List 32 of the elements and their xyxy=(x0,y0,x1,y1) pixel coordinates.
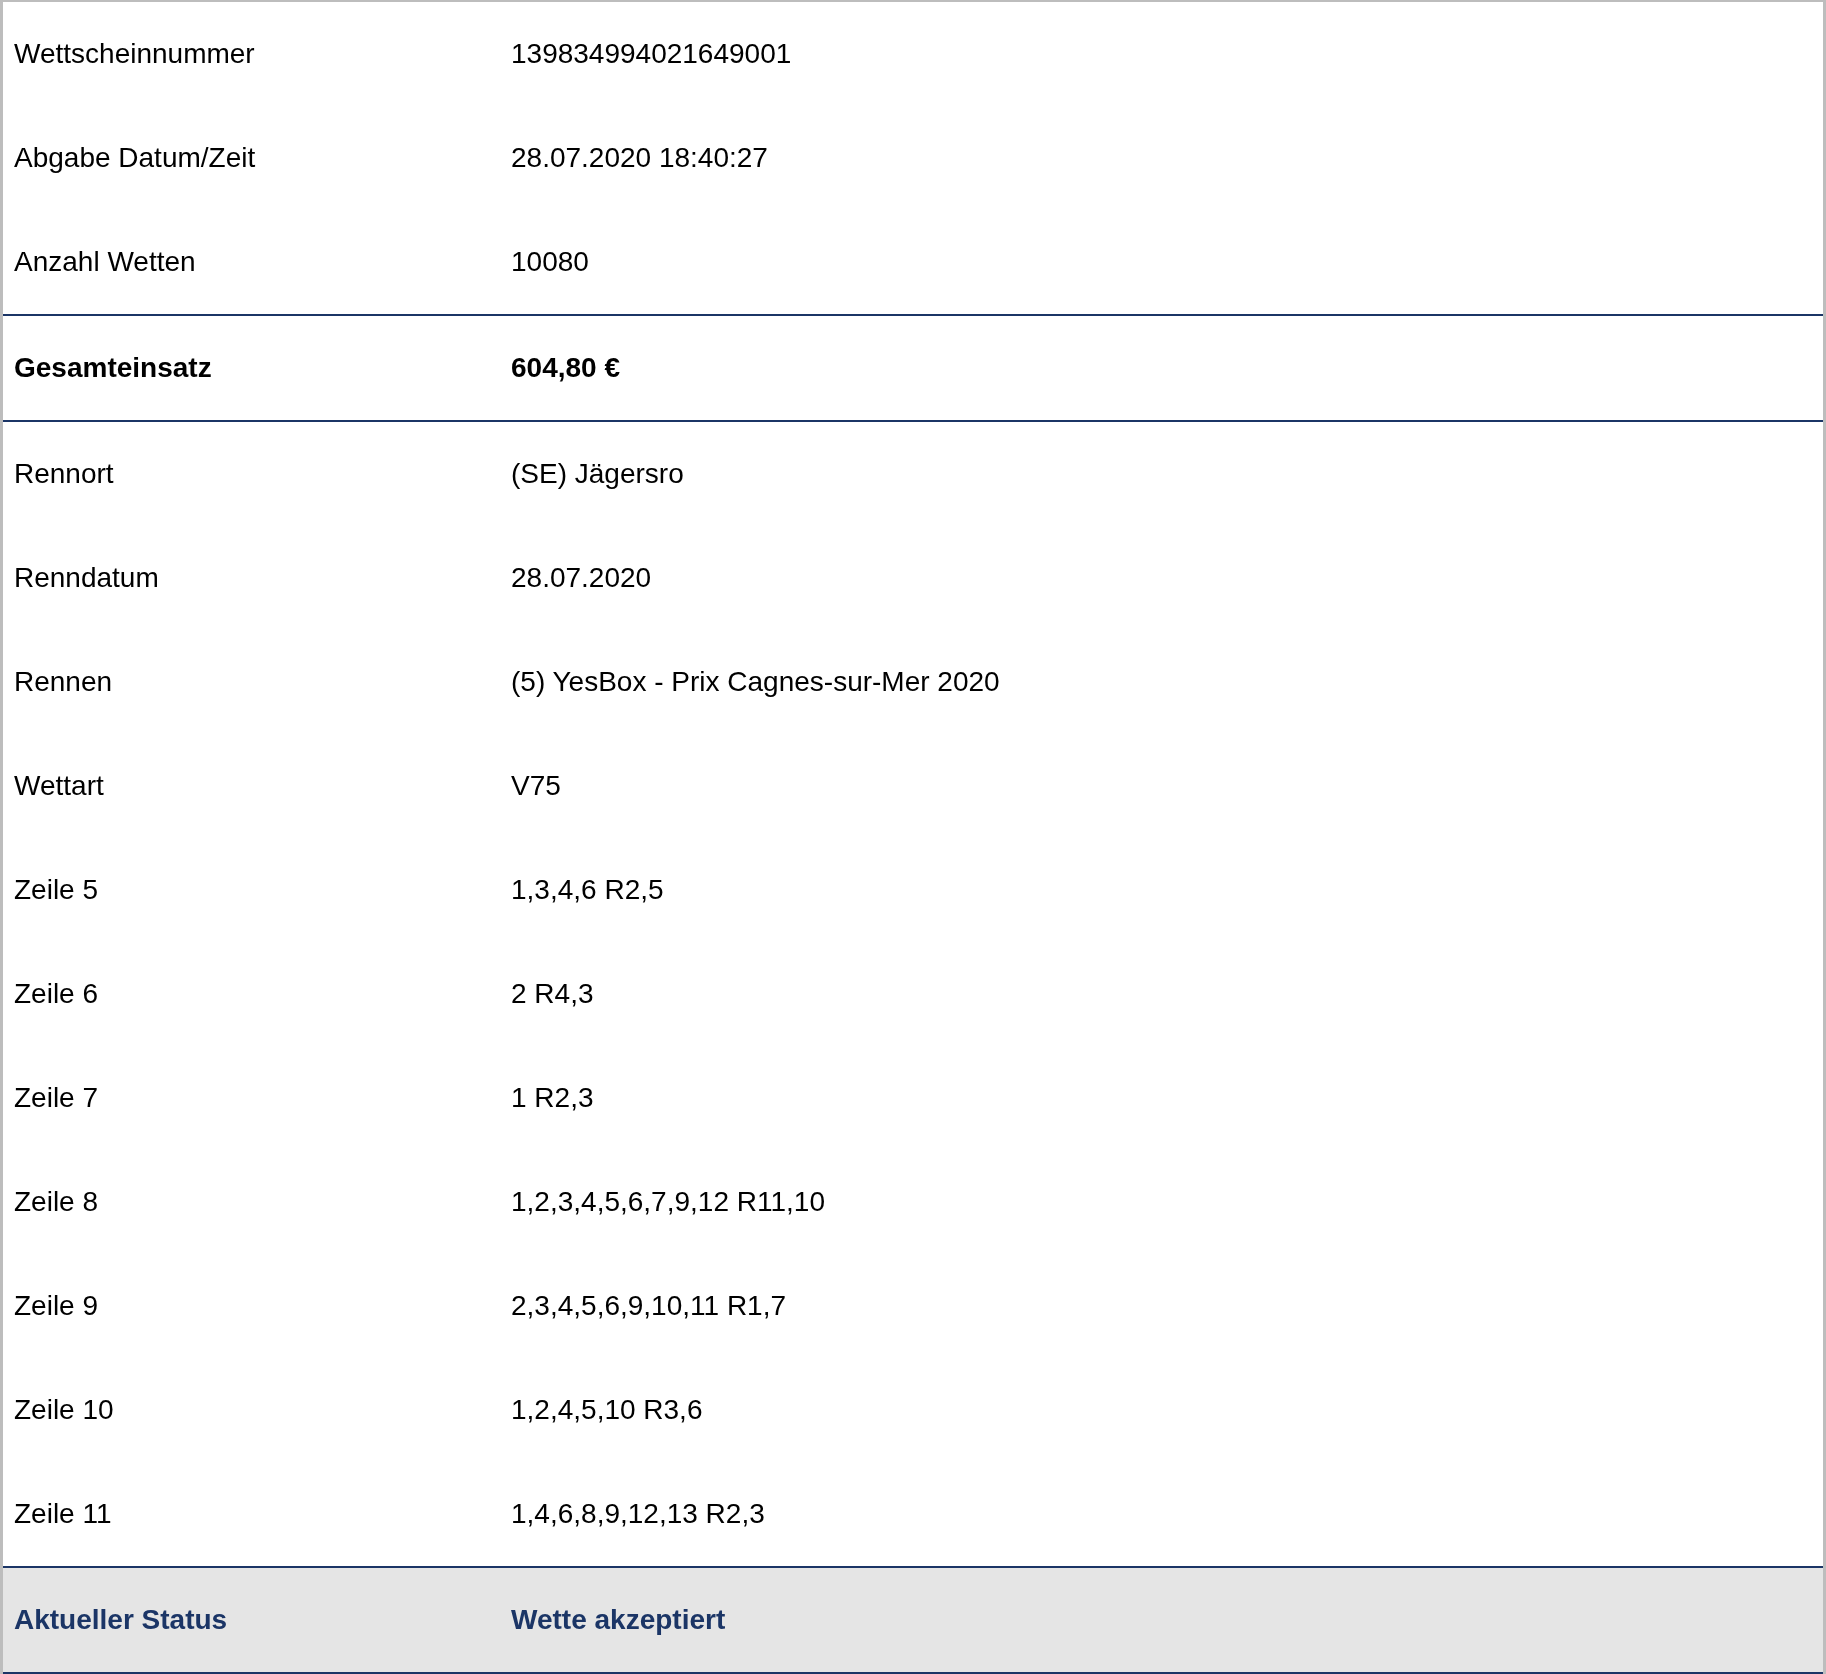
row-value: 1,4,6,8,9,12,13 R2,3 xyxy=(511,1498,765,1530)
row-value: (5) YesBox - Prix Cagnes-sur-Mer 2020 xyxy=(511,666,1000,698)
row-value: 2,3,4,5,6,9,10,11 R1,7 xyxy=(511,1290,787,1322)
row-label: Zeile 10 xyxy=(14,1394,114,1426)
row-value: V75 xyxy=(511,770,561,802)
row-label: Wettart xyxy=(14,770,104,802)
row-value: Wette akzeptiert xyxy=(511,1604,726,1636)
row-label: Renndatum xyxy=(14,562,159,594)
row-value: 1,2,3,4,5,6,7,9,12 R11,10 xyxy=(511,1186,825,1218)
row-label: Zeile 5 xyxy=(14,874,99,906)
row-label: Zeile 9 xyxy=(14,1290,99,1322)
row-value: 604,80 € xyxy=(511,352,620,384)
row-label: Zeile 11 xyxy=(14,1498,112,1530)
row-label: Rennort xyxy=(14,458,114,490)
row-value: 1 R2,3 xyxy=(511,1082,594,1114)
row-label: Wettscheinnummer xyxy=(14,38,255,70)
row-value: 28.07.2020 xyxy=(511,562,652,594)
row-label: Rennen xyxy=(14,666,113,698)
row-label: Zeile 7 xyxy=(14,1082,99,1114)
row-value: 28.07.2020 18:40:27 xyxy=(511,142,768,174)
row-value: 1,2,4,5,10 R3,6 xyxy=(511,1394,703,1426)
row-label: Aktueller Status xyxy=(14,1604,228,1636)
row-value: 2 R4,3 xyxy=(511,978,594,1010)
row-value: 139834994021649001 xyxy=(511,38,792,70)
row-label: Anzahl Wetten xyxy=(14,246,196,278)
row-value: 10080 xyxy=(511,246,589,278)
row-value: 1,3,4,6 R2,5 xyxy=(511,874,664,906)
row-label: Abgabe Datum/Zeit xyxy=(14,142,256,174)
row-label: Zeile 8 xyxy=(14,1186,99,1218)
row-label: Zeile 6 xyxy=(14,978,99,1010)
row-label: Gesamteinsatz xyxy=(14,352,212,384)
row-value: (SE) Jägersro xyxy=(511,458,684,490)
